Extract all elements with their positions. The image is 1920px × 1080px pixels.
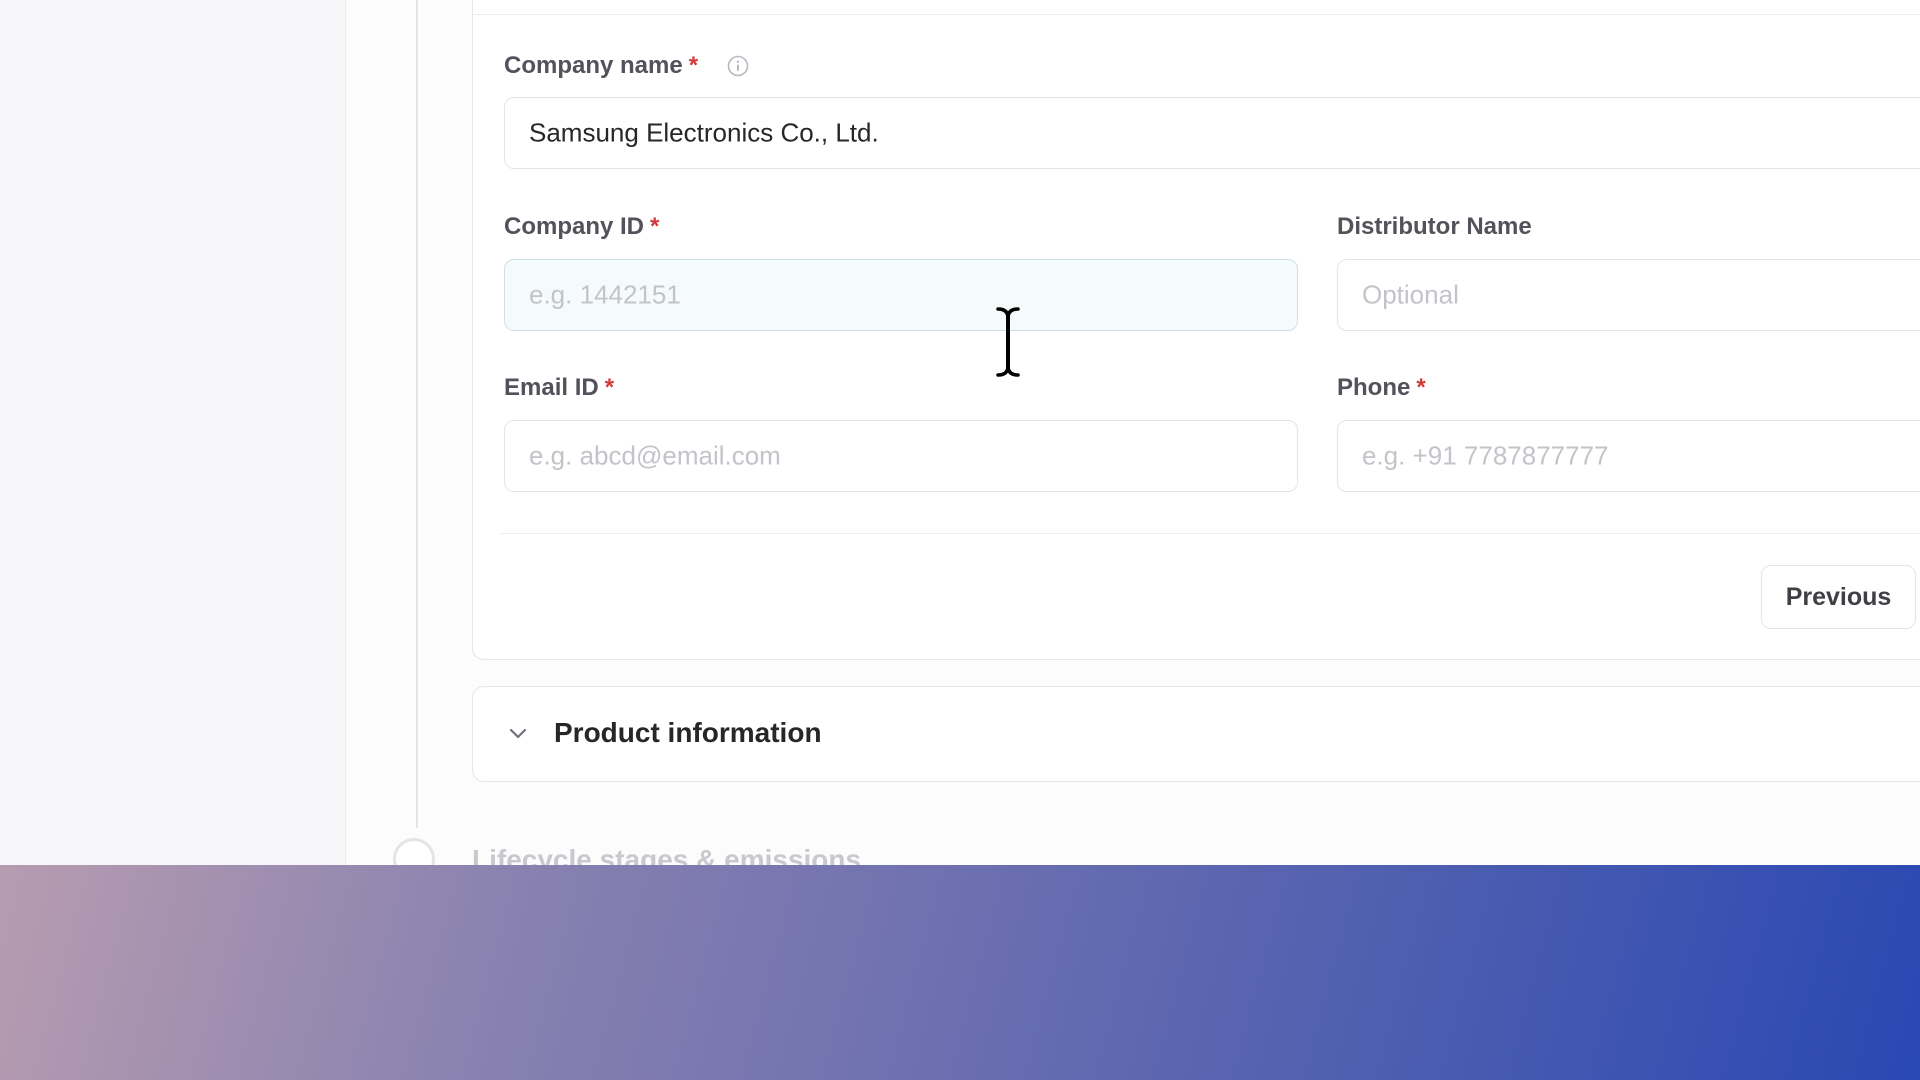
distributor-name-label-text: Distributor Name	[1337, 213, 1532, 240]
email-id-label-text: Email ID	[504, 374, 599, 401]
text-cursor-icon	[996, 307, 1020, 377]
info-icon[interactable]	[727, 55, 749, 77]
product-information-title: Product information	[554, 717, 822, 748]
email-id-input[interactable]: e.g. abcd@email.com	[504, 420, 1298, 492]
company-id-input[interactable]: e.g. 1442151	[504, 259, 1298, 331]
gradient-footer-band	[0, 865, 1920, 1080]
required-marker: *	[1416, 374, 1426, 401]
phone-input[interactable]: e.g. +91 7787877777	[1337, 420, 1920, 492]
phone-label: Phone *	[1337, 374, 1426, 402]
phone-placeholder: e.g. +91 7787877777	[1362, 440, 1609, 471]
form-footer-divider	[500, 533, 1920, 534]
company-name-label: Company name *	[504, 52, 698, 80]
chevron-down-icon[interactable]	[507, 722, 529, 744]
required-marker: *	[650, 213, 660, 240]
card-header-divider	[472, 14, 1920, 15]
phone-label-text: Phone	[1337, 374, 1411, 401]
required-marker: *	[604, 374, 615, 401]
company-name-input[interactable]: Samsung Electronics Co., Ltd.	[504, 97, 1920, 169]
company-name-label-text: Company name	[504, 52, 683, 79]
distributor-name-input[interactable]: Optional	[1337, 259, 1920, 331]
distributor-name-label: Distributor Name	[1337, 213, 1532, 241]
progress-timeline-line	[416, 0, 418, 828]
email-id-label: Email ID *	[504, 374, 614, 402]
app-viewport: Company name * Samsung Electronics Co., L…	[0, 0, 1920, 865]
company-id-placeholder: e.g. 1442151	[529, 279, 681, 310]
required-marker: *	[688, 52, 699, 79]
distributor-name-placeholder: Optional	[1362, 279, 1459, 310]
step-indicator-circle	[393, 838, 435, 865]
company-id-label: Company ID *	[504, 213, 659, 241]
company-name-value: Samsung Electronics Co., Ltd.	[529, 117, 879, 148]
lifecycle-step-label[interactable]: Lifecycle stages & emissions	[472, 844, 861, 865]
company-id-label-text: Company ID	[504, 213, 645, 240]
previous-button[interactable]: Previous	[1761, 565, 1916, 629]
left-sidebar	[0, 0, 346, 865]
email-id-placeholder: e.g. abcd@email.com	[529, 440, 781, 471]
